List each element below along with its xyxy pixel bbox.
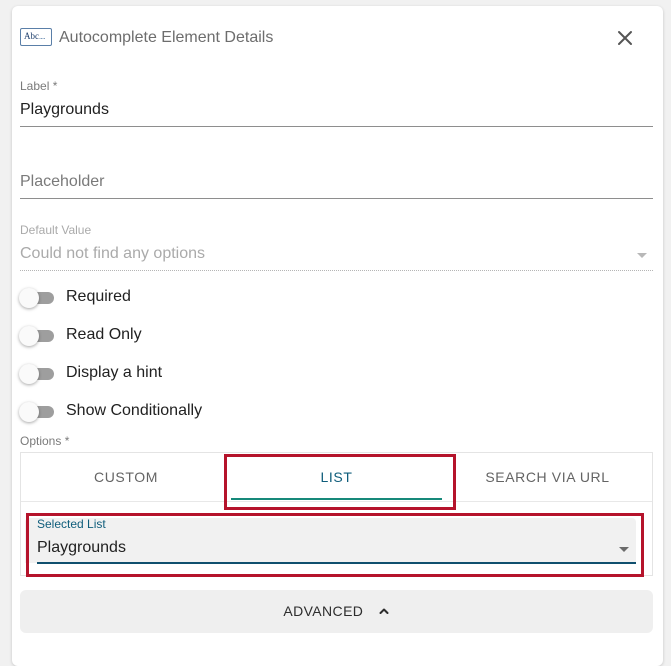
read-only-toggle-label[interactable]: Read Only: [66, 326, 142, 344]
highlight-selected-list: [26, 513, 644, 577]
tab-search-via-url[interactable]: SEARCH VIA URL: [442, 453, 653, 501]
icon-text: Abc: [24, 31, 39, 41]
show-conditionally-toggle[interactable]: [19, 402, 56, 422]
toggle-knob: [19, 402, 39, 422]
icon-dots: ....: [39, 32, 46, 41]
display-hint-toggle-label[interactable]: Display a hint: [66, 364, 162, 382]
label-input[interactable]: Playgrounds: [20, 101, 653, 119]
required-toggle[interactable]: [19, 288, 56, 308]
toggle-knob: [19, 364, 39, 384]
default-value-select: Could not find any options: [20, 245, 206, 262]
default-value-underline: [20, 270, 653, 271]
display-hint-toggle[interactable]: [19, 364, 56, 384]
highlight-list-tab: [224, 454, 456, 510]
chevron-up-icon: [379, 608, 389, 614]
element-details-panel: Abc.... Autocomplete Element Details Lab…: [12, 6, 663, 666]
toggle-knob: [19, 326, 39, 346]
default-value-label: Default Value: [20, 223, 92, 237]
close-icon[interactable]: [613, 26, 637, 50]
read-only-toggle[interactable]: [19, 326, 56, 346]
tab-custom[interactable]: CUSTOM: [21, 453, 231, 501]
placeholder-input-underline: [20, 198, 653, 199]
required-toggle-label[interactable]: Required: [66, 288, 131, 306]
toggle-knob: [19, 288, 39, 308]
label-field-label: Label *: [20, 79, 58, 93]
panel-title: Autocomplete Element Details: [59, 29, 274, 46]
advanced-button[interactable]: ADVANCED: [20, 590, 653, 633]
autocomplete-element-icon: Abc....: [20, 28, 52, 46]
placeholder-input[interactable]: Placeholder: [20, 173, 653, 191]
options-label: Options *: [20, 434, 70, 448]
close-button[interactable]: [613, 26, 637, 50]
label-input-underline: [20, 126, 653, 127]
show-conditionally-toggle-label[interactable]: Show Conditionally: [66, 402, 202, 420]
advanced-label: ADVANCED: [283, 603, 364, 619]
default-value-caret-icon: [637, 253, 647, 258]
